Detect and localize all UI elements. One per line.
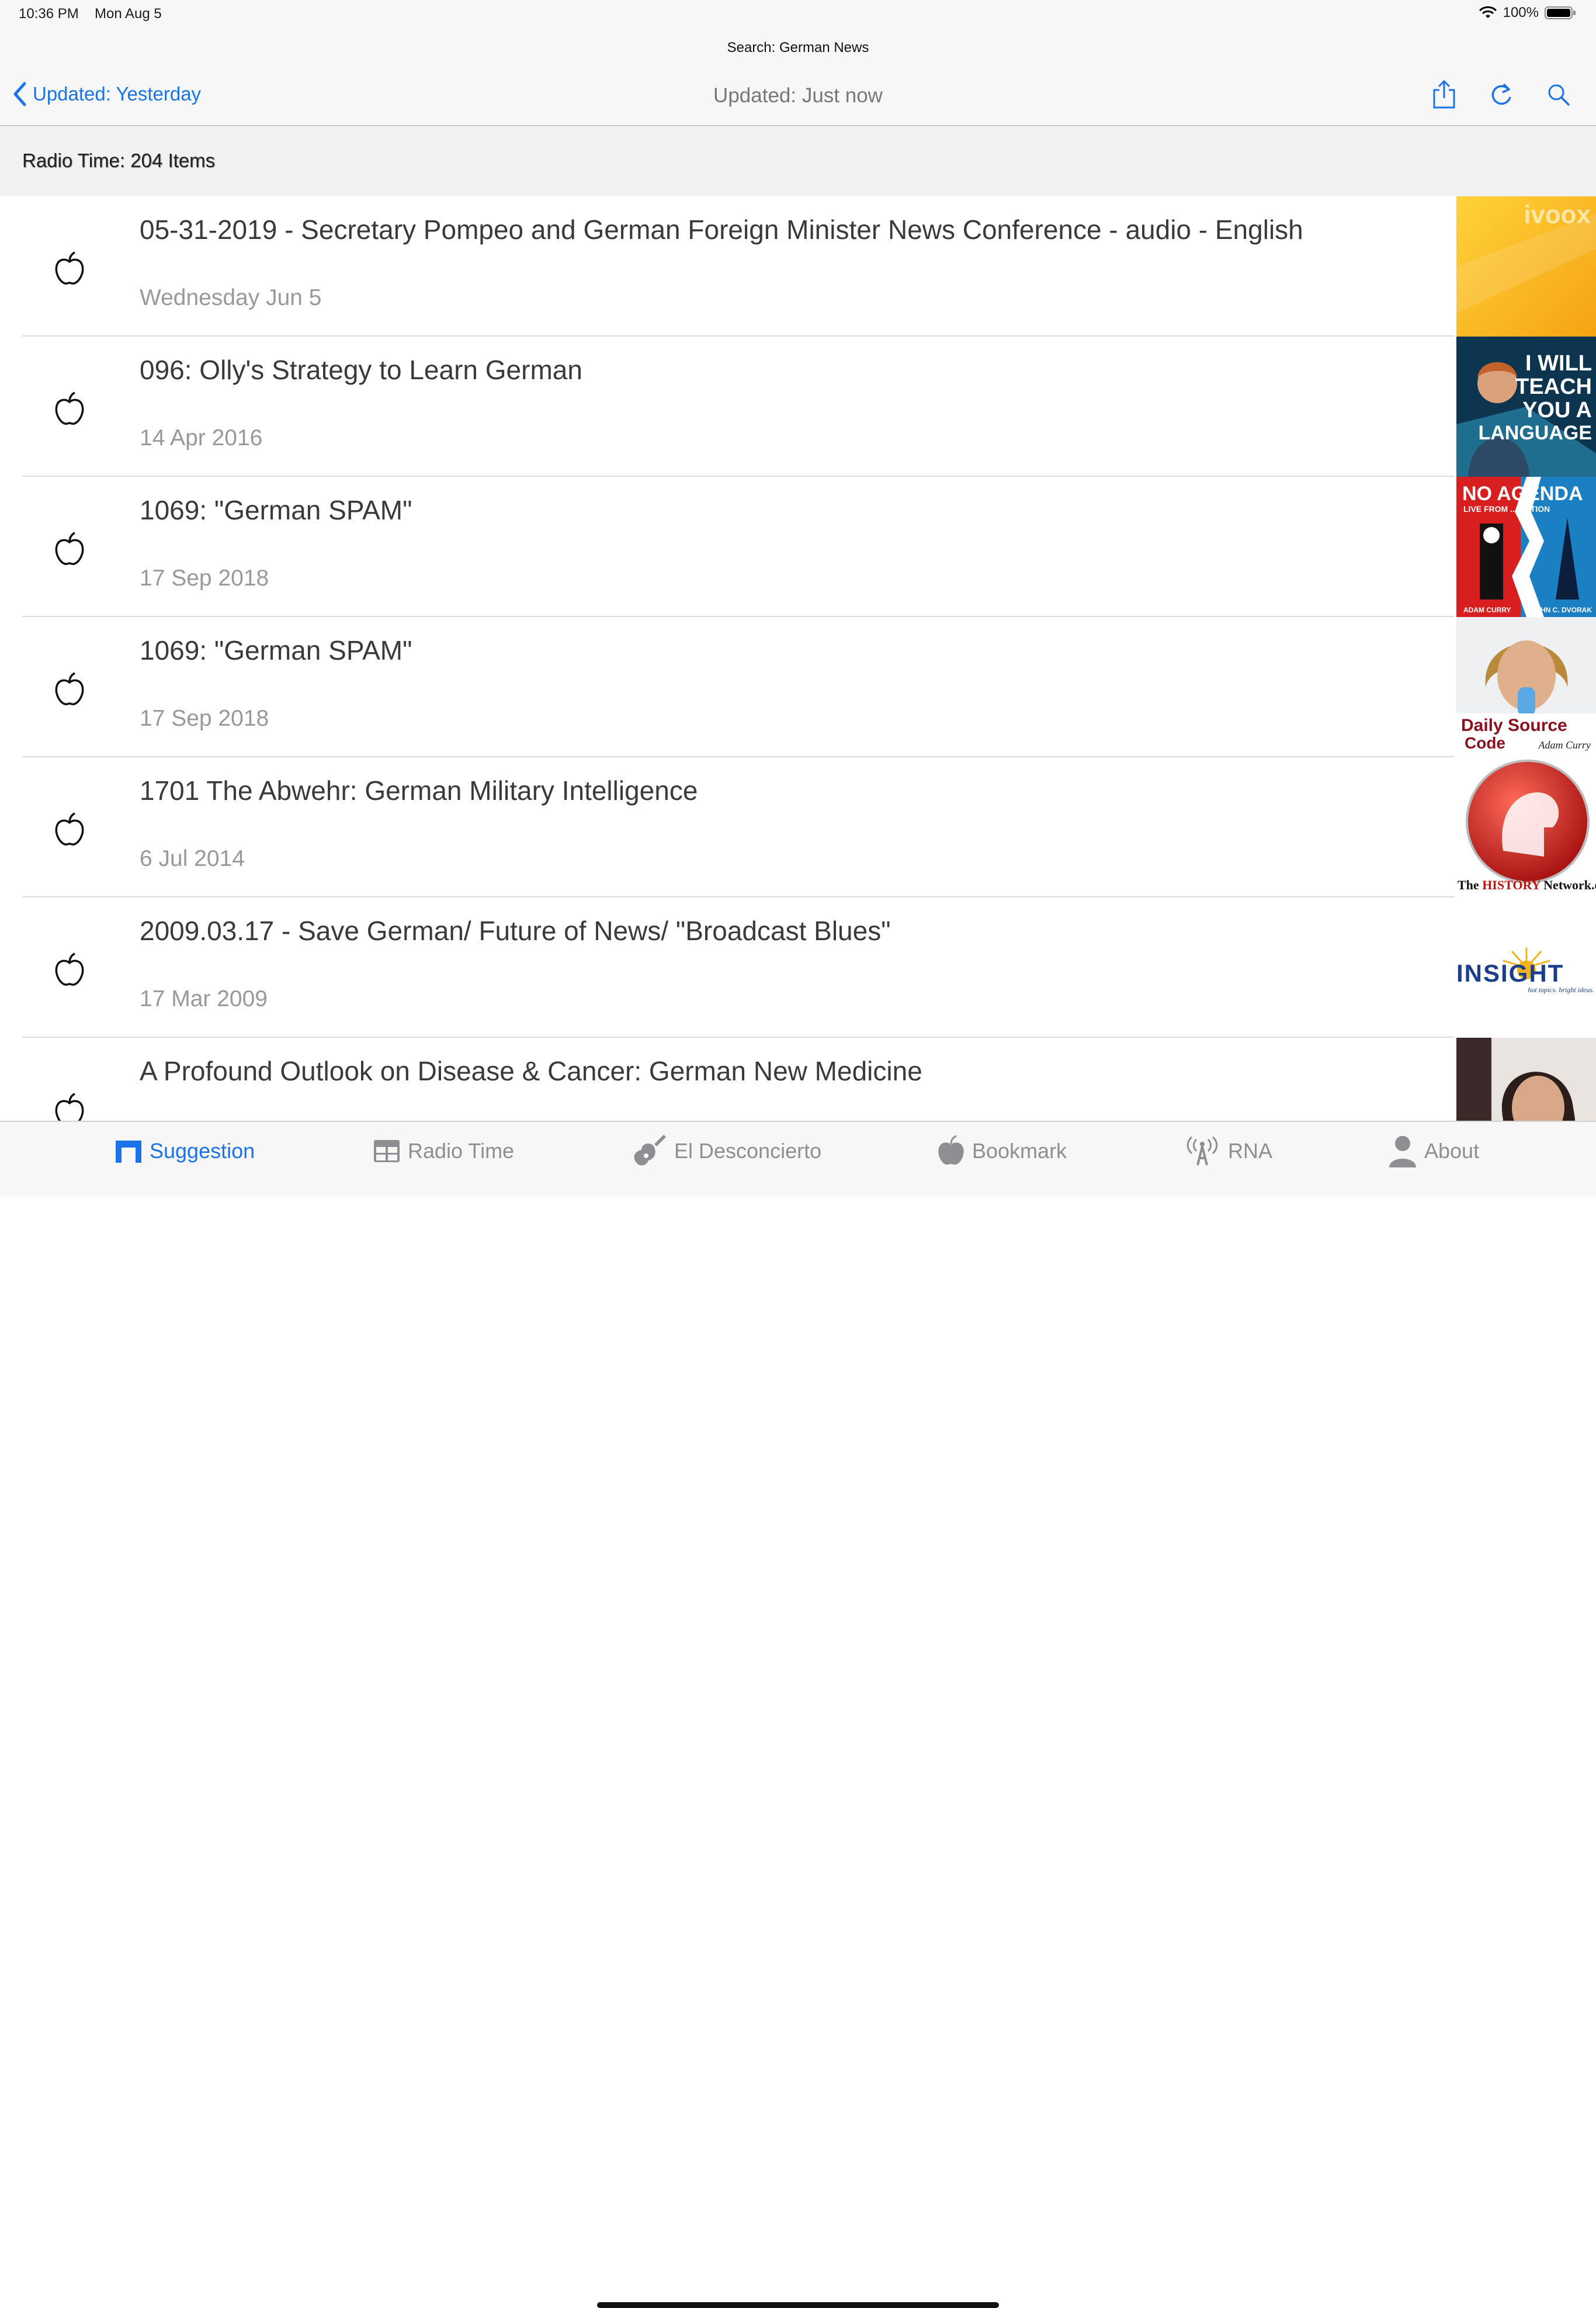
item-date: Wednesday Jun 5 [140,285,322,310]
battery-percent: 100% [1503,5,1539,20]
item-title: 2009.03.17 - Save German/ Future of News… [140,916,891,946]
tab-bookmark[interactable]: Bookmark [937,1134,1067,1169]
artwork-line: YOU A [1522,398,1592,422]
tab-label: El Desconcierto [674,1139,822,1163]
podcast-artwork [1456,1038,1596,1121]
artwork-host-left: ADAM CURRY [1463,606,1511,614]
list-item[interactable]: 1069: "German SPAM" 17 Sep 2018 Daily So… [0,617,1596,757]
antenna-icon [1186,1136,1218,1166]
podcast-artwork: INSIGHT hot topics. bright ideas. [1456,897,1596,1038]
home-indicator [597,2302,999,2308]
suggestion-icon [116,1141,141,1163]
tab-label: Radio Time [408,1139,515,1163]
share-button[interactable] [1430,78,1458,111]
tab-bar: Suggestion Radio Time El Desconcierto Bo… [0,1121,1596,2308]
apple-outline-icon [55,812,84,846]
list-item[interactable]: 05-31-2019 - Secretary Pompeo and German… [0,196,1596,337]
tab-about[interactable]: About [1388,1134,1479,1169]
item-date: 17 Mar 2009 [140,986,268,1011]
episode-list[interactable]: 05-31-2019 - Secretary Pompeo and German… [0,196,1596,1121]
artwork-title: INSIGHT [1456,959,1564,987]
wifi-icon [1479,6,1497,18]
item-title: 1069: "German SPAM" [140,495,412,525]
apple-outline-icon [55,672,84,706]
search-button[interactable] [1545,78,1573,111]
status-indicators: 100% [1479,5,1576,21]
list-item[interactable]: 096: Olly's Strategy to Learn German 14 … [0,337,1596,477]
person-icon [1389,1136,1416,1167]
item-title: 096: Olly's Strategy to Learn German [140,355,582,385]
tab-el-desconcierto[interactable]: El Desconcierto [631,1134,821,1169]
artwork-tagline: hot topics. bright ideas. [1528,986,1594,994]
artwork-signature: Adam Curry [1538,739,1591,751]
artwork-line: The HISTORY Network.org [1458,878,1596,892]
tab-label: Suggestion [150,1139,255,1163]
podcast-artwork: The HISTORY Network.org [1456,757,1596,897]
item-title: A Profound Outlook on Disease & Cancer: … [140,1056,922,1086]
item-title: 1069: "German SPAM" [140,635,412,666]
tab-label: Bookmark [972,1139,1067,1163]
tab-rna[interactable]: RNA [1184,1134,1272,1169]
podcast-artwork: ivoox [1456,196,1596,337]
tab-label: About [1424,1139,1480,1163]
status-bar: 10:36 PM Mon Aug 5 100% [0,0,1596,28]
tab-label: RNA [1228,1139,1273,1163]
share-icon [1433,79,1455,109]
item-date: 14 Apr 2016 [140,425,263,450]
item-date: 17 Sep 2018 [140,706,269,731]
list-item[interactable]: A Profound Outlook on Disease & Cancer: … [0,1038,1596,1121]
grid-icon [374,1140,400,1162]
artwork-line: TEACH [1515,375,1592,399]
guitar-icon [634,1135,666,1166]
artwork-line: Code [1465,734,1505,752]
tab-radio-time[interactable]: Radio Time [373,1134,514,1169]
artwork-line: I WILL [1525,351,1592,376]
search-title: Search: German News [727,40,869,56]
list-item[interactable]: 1069: "German SPAM" 17 Sep 2018 NO AGEND… [0,477,1596,617]
status-date: Mon Aug 5 [95,6,162,22]
refresh-icon [1491,83,1511,105]
nav-actions [1430,78,1573,111]
refresh-button[interactable] [1487,78,1515,111]
podcast-artwork: NO AGENDA LIVE FROM ... NATION ADAM CURR… [1456,477,1596,617]
list-item[interactable]: 1701 The Abwehr: German Military Intelli… [0,757,1596,897]
navigation-bar: Search: German News Updated: Yesterday U… [0,28,1596,126]
podcast-artwork: Daily Source Code Adam Curry [1456,617,1596,757]
artwork-line: LANGUAGE [1478,422,1592,444]
battery-icon [1545,6,1576,19]
apple-outline-icon [55,952,84,986]
search-icon [1548,84,1570,106]
artwork-line: Daily Source [1461,716,1567,735]
item-title: 1701 The Abwehr: German Military Intelli… [140,775,698,806]
section-header: Radio Time: 204 Items [0,126,1596,196]
artwork-title: NO AGENDA [1462,483,1583,505]
apple-icon [938,1135,964,1165]
apple-outline-icon [55,251,84,285]
apple-outline-icon [55,1093,84,1121]
ivoox-logo-text: ivoox [1524,200,1591,229]
page-title: Updated: Just now [713,84,883,107]
artwork-subtitle: LIVE FROM ... NATION [1463,504,1550,514]
artwork-host-right: JOHN C. DVORAK [1531,606,1592,614]
tab-suggestion[interactable]: Suggestion [115,1134,255,1169]
item-date: 17 Sep 2018 [140,566,269,591]
apple-outline-icon [55,532,84,566]
apple-outline-icon [55,391,84,425]
section-header-label: Radio Time: 204 Items [22,150,216,171]
status-time: 10:36 PM [19,6,79,22]
list-item[interactable]: 2009.03.17 - Save German/ Future of News… [0,897,1596,1038]
item-title: 05-31-2019 - Secretary Pompeo and German… [140,214,1303,245]
item-date: 6 Jul 2014 [140,846,245,871]
podcast-artwork: I WILL TEACH YOU A LANGUAGE [1456,337,1596,477]
